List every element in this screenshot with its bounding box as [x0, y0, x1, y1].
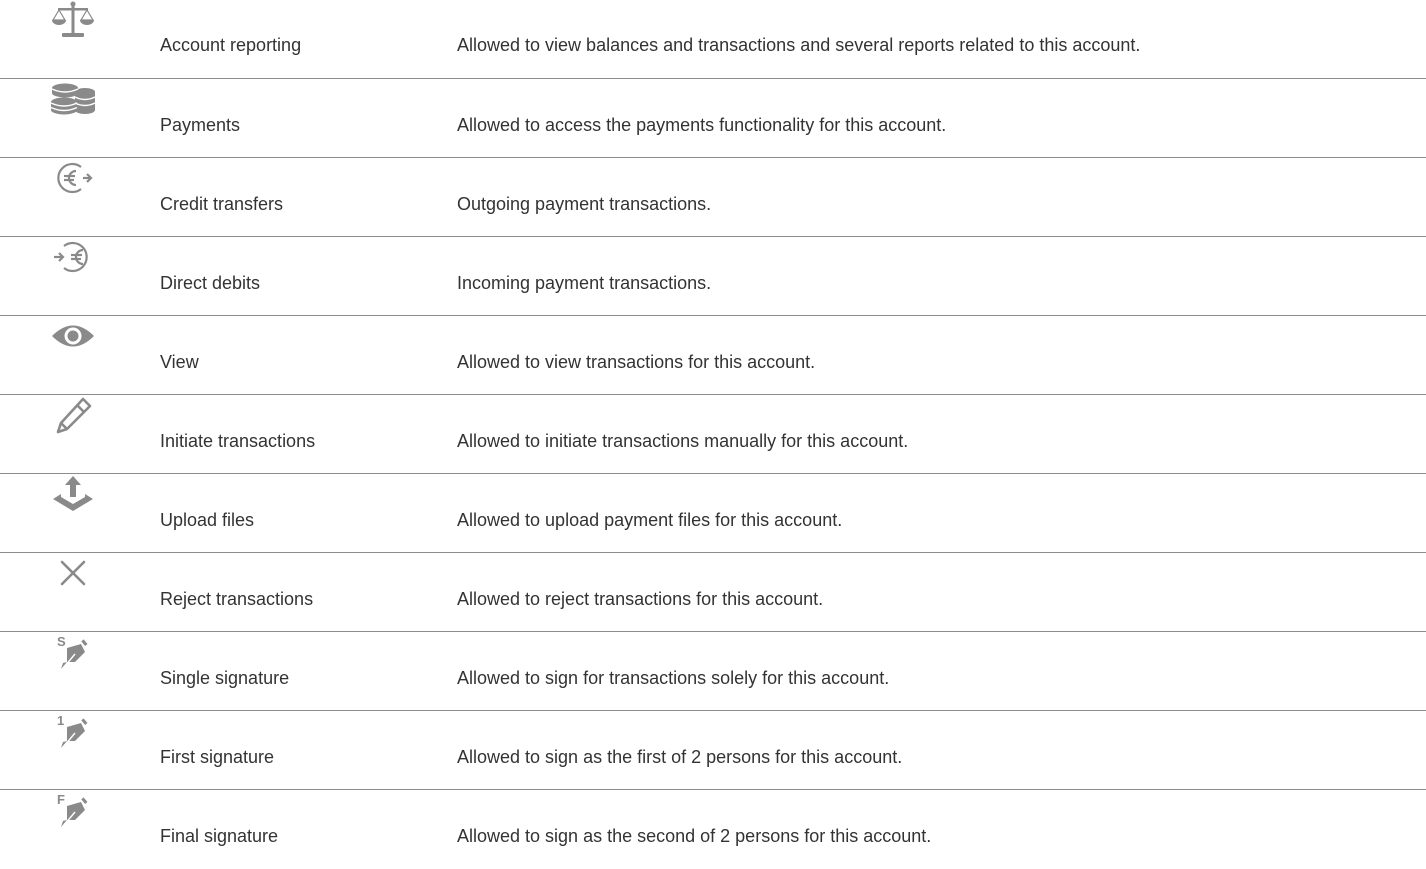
right-row-single-signature: S Single signature Allowed to sign for t… — [0, 632, 1426, 711]
single-signature-icon: S — [48, 632, 98, 672]
right-row-payments: Payments Allowed to access the payments … — [0, 79, 1426, 158]
right-label: Final signature — [160, 826, 279, 846]
right-label: Single signature — [160, 668, 290, 688]
pen-icon — [48, 395, 98, 435]
right-row-final-signature: F Final signature Allowed to sign as the… — [0, 790, 1426, 869]
right-label: Account reporting — [160, 35, 302, 55]
right-row-reject-transactions: Reject transactions Allowed to reject tr… — [0, 553, 1426, 632]
final-signature-icon: F — [48, 790, 98, 830]
right-label: Initiate transactions — [160, 431, 316, 451]
right-label: First signature — [160, 747, 275, 767]
right-label: Reject transactions — [160, 589, 314, 609]
upload-icon — [48, 474, 98, 514]
euro-in-icon — [48, 237, 98, 277]
right-description: Allowed to sign for transactions solely … — [457, 668, 890, 688]
right-label: Credit transfers — [160, 194, 284, 214]
right-row-first-signature: 1 First signature Allowed to sign as the… — [0, 711, 1426, 790]
right-label: View — [160, 352, 199, 372]
right-description: Allowed to view balances and transaction… — [457, 35, 1141, 55]
signature-letter: 1 — [57, 713, 64, 728]
euro-out-icon — [48, 158, 98, 198]
first-signature-icon: 1 — [48, 711, 98, 751]
right-row-view: View Allowed to view transactions for th… — [0, 316, 1426, 395]
right-description: Allowed to upload payment files for this… — [457, 510, 843, 530]
right-label: Upload files — [160, 510, 255, 530]
right-description: Incoming payment transactions. — [457, 273, 712, 293]
signature-letter: S — [57, 634, 66, 649]
right-description: Allowed to initiate transactions manuall… — [457, 431, 909, 451]
right-description: Allowed to access the payments functiona… — [457, 115, 947, 135]
right-row-direct-debits: Direct debits Incoming payment transacti… — [0, 237, 1426, 316]
right-row-upload-files: Upload files Allowed to upload payment f… — [0, 474, 1426, 553]
right-label: Direct debits — [160, 273, 261, 293]
right-description: Allowed to sign as the second of 2 perso… — [457, 826, 932, 846]
right-description: Outgoing payment transactions. — [457, 194, 712, 214]
close-icon — [48, 553, 98, 593]
right-description: Allowed to reject transactions for this … — [457, 589, 824, 609]
scales-icon — [48, 0, 98, 40]
right-label: Payments — [160, 115, 241, 135]
right-row-credit-transfers: Credit transfers Outgoing payment transa… — [0, 158, 1426, 237]
coins-icon — [48, 79, 98, 119]
eye-icon — [48, 316, 98, 356]
account-rights-legend: Account reporting Allowed to view balanc… — [0, 0, 1426, 867]
right-row-account-reporting: Account reporting Allowed to view balanc… — [0, 0, 1426, 79]
right-row-initiate-transactions: Initiate transactions Allowed to initiat… — [0, 395, 1426, 474]
right-description: Allowed to view transactions for this ac… — [457, 352, 816, 372]
signature-letter: F — [57, 792, 65, 807]
right-description: Allowed to sign as the first of 2 person… — [457, 747, 903, 767]
